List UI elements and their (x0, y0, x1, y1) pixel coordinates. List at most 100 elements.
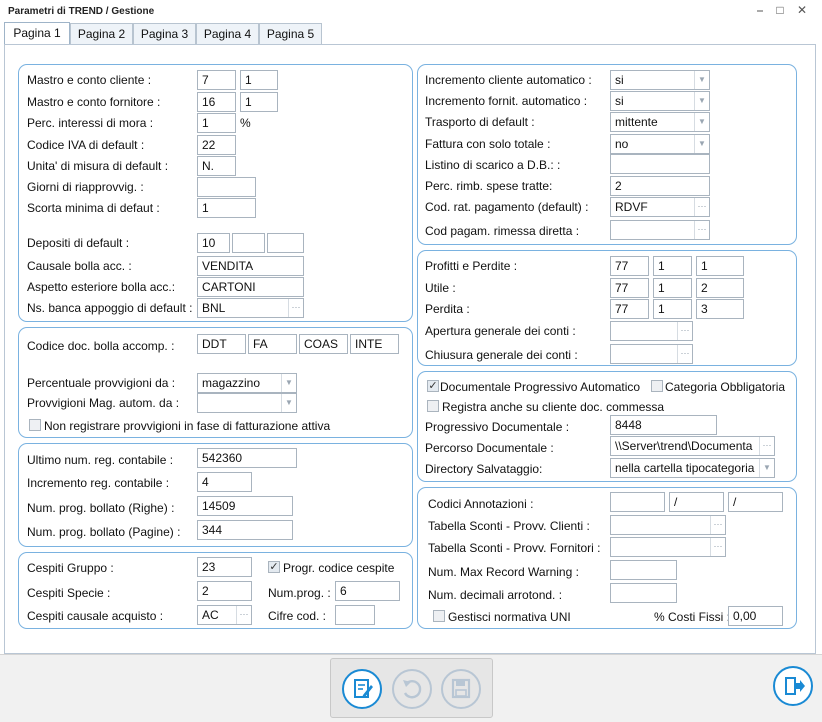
profitti-3-field[interactable]: 1 (696, 256, 744, 276)
percentuale-provvigioni-select[interactable]: magazzino ▼ (197, 373, 297, 393)
inc-cliente-select[interactable]: si ▼ (610, 70, 710, 90)
sconti-clienti-field[interactable]: ··· (610, 515, 726, 535)
group-tabelle-varie: Codici Annotazioni : / / Tabella Sconti … (417, 487, 797, 629)
chiusura-conti-field[interactable]: ··· (610, 344, 693, 364)
codice-iva-field[interactable]: 22 (197, 135, 236, 155)
costi-fissi-field[interactable]: 0,00 (728, 606, 783, 626)
interessi-mora-field[interactable]: 1 (197, 113, 236, 133)
provvigioni-mag-select[interactable]: ▼ (197, 393, 297, 413)
ultimo-num-label: Ultimo num. reg. contabile : (27, 453, 174, 467)
progressivo-documentale-field[interactable]: 8448 (610, 415, 717, 435)
cifre-cod-field[interactable] (335, 605, 375, 625)
chevron-down-icon[interactable]: ▼ (694, 92, 709, 110)
exit-door-icon (785, 677, 805, 695)
chevron-down-icon[interactable]: ▼ (694, 135, 709, 153)
conto-cliente-field[interactable]: 1 (240, 70, 278, 90)
scorta-minima-field[interactable]: 1 (197, 198, 256, 218)
undo-button[interactable] (392, 669, 432, 709)
minimize-button[interactable]: ⎯ (751, 2, 769, 18)
max-record-field[interactable] (610, 560, 677, 580)
aspetto-esteriore-field[interactable]: CARTONI (197, 277, 304, 297)
tab-pagina-5[interactable]: Pagina 5 (259, 23, 322, 44)
conto-fornitore-field[interactable]: 1 (240, 92, 278, 112)
chevron-down-icon[interactable]: ▼ (759, 459, 774, 477)
rimessa-diretta-field[interactable]: ··· (610, 220, 710, 240)
deposito-1-field[interactable]: 10 (197, 233, 230, 253)
rat-pagamento-field[interactable]: RDVF ··· (610, 197, 710, 217)
utile-1-field[interactable]: 77 (610, 278, 649, 298)
decimali-field[interactable] (610, 583, 677, 603)
lookup-ellipsis-icon[interactable]: ··· (710, 516, 725, 534)
exit-button[interactable] (773, 666, 813, 706)
chevron-down-icon[interactable]: ▼ (694, 113, 709, 131)
bollato-righe-field[interactable]: 14509 (197, 496, 293, 516)
perdita-2-field[interactable]: 1 (653, 299, 692, 319)
codici-annotazioni-label: Codici Annotazioni : (428, 497, 534, 511)
fattura-totale-select[interactable]: no ▼ (610, 134, 710, 154)
banca-appoggio-field[interactable]: BNL ··· (197, 298, 304, 318)
apertura-conti-field[interactable]: ··· (610, 321, 693, 341)
non-registrare-checkbox[interactable] (29, 419, 41, 431)
codice-doc-1-field[interactable]: DDT (197, 334, 246, 354)
sconti-fornitori-field[interactable]: ··· (610, 537, 726, 557)
chevron-down-icon[interactable]: ▼ (281, 374, 296, 392)
listino-scarico-field[interactable] (610, 154, 710, 174)
unita-misura-field[interactable]: N. (197, 156, 236, 176)
chevron-down-icon[interactable]: ▼ (281, 394, 296, 412)
perdita-1-field[interactable]: 77 (610, 299, 649, 319)
profitti-1-field[interactable]: 77 (610, 256, 649, 276)
percorso-documentale-field[interactable]: \\Server\trend\Documenta ··· (610, 436, 775, 456)
registra-cliente-checkbox[interactable] (427, 400, 439, 412)
incremento-reg-field[interactable]: 4 (197, 472, 252, 492)
tab-pagina-4[interactable]: Pagina 4 (196, 23, 259, 44)
lookup-ellipsis-icon[interactable]: ··· (677, 345, 692, 363)
ultimo-num-field[interactable]: 542360 (197, 448, 297, 468)
lookup-ellipsis-icon[interactable]: ··· (236, 606, 251, 624)
lookup-ellipsis-icon[interactable]: ··· (288, 299, 303, 317)
lookup-ellipsis-icon[interactable]: ··· (759, 437, 774, 455)
directory-salvataggio-select[interactable]: nella cartella tipocategoria ▼ (610, 458, 775, 478)
progr-codice-checkbox[interactable]: ✓ (268, 561, 280, 573)
mastro-cliente-field[interactable]: 7 (197, 70, 236, 90)
inc-fornit-select[interactable]: si ▼ (610, 91, 710, 111)
mastro-fornitore-field[interactable]: 16 (197, 92, 236, 112)
lookup-ellipsis-icon[interactable]: ··· (710, 538, 725, 556)
giorni-riapprovvig-field[interactable] (197, 177, 256, 197)
rimb-spese-field[interactable]: 2 (610, 176, 710, 196)
cespiti-gruppo-field[interactable]: 23 (197, 557, 252, 577)
codice-doc-2-field[interactable]: FA (248, 334, 297, 354)
cespiti-causale-field[interactable]: AC ··· (197, 605, 252, 625)
lookup-ellipsis-icon[interactable]: ··· (694, 221, 709, 239)
rimb-spese-label: Perc. rimb. spese tratte: (425, 179, 553, 193)
close-button[interactable]: ✕ (793, 2, 811, 18)
trasporto-select[interactable]: mittente ▼ (610, 112, 710, 132)
perdita-3-field[interactable]: 3 (696, 299, 744, 319)
documentale-progressivo-checkbox[interactable]: ✓ (427, 380, 439, 392)
profitti-2-field[interactable]: 1 (653, 256, 692, 276)
tab-pagina-2[interactable]: Pagina 2 (70, 23, 133, 44)
edit-document-button[interactable] (342, 669, 382, 709)
annotazioni-3-field[interactable]: / (728, 492, 783, 512)
deposito-2-field[interactable] (232, 233, 265, 253)
lookup-ellipsis-icon[interactable]: ··· (677, 322, 692, 340)
causale-bolla-field[interactable]: VENDITA (197, 256, 304, 276)
chevron-down-icon[interactable]: ▼ (694, 71, 709, 89)
codice-doc-4-field[interactable]: INTE (350, 334, 399, 354)
normativa-uni-checkbox[interactable] (433, 610, 445, 622)
save-button[interactable] (441, 669, 481, 709)
tab-pagina-3[interactable]: Pagina 3 (133, 23, 196, 44)
codice-doc-3-field[interactable]: COAS (299, 334, 348, 354)
tab-pagina-1[interactable]: Pagina 1 (4, 22, 70, 45)
categoria-obbligatoria-checkbox[interactable] (651, 380, 663, 392)
non-registrare-label: Non registrare provvigioni in fase di fa… (44, 419, 331, 433)
annotazioni-2-field[interactable]: / (669, 492, 724, 512)
lookup-ellipsis-icon[interactable]: ··· (694, 198, 709, 216)
deposito-3-field[interactable] (267, 233, 304, 253)
annotazioni-1-field[interactable] (610, 492, 665, 512)
cespiti-specie-field[interactable]: 2 (197, 581, 252, 601)
utile-2-field[interactable]: 1 (653, 278, 692, 298)
utile-3-field[interactable]: 2 (696, 278, 744, 298)
maximize-button[interactable]: □ (771, 2, 789, 18)
num-prog-field[interactable]: 6 (335, 581, 400, 601)
bollato-pagine-field[interactable]: 344 (197, 520, 293, 540)
